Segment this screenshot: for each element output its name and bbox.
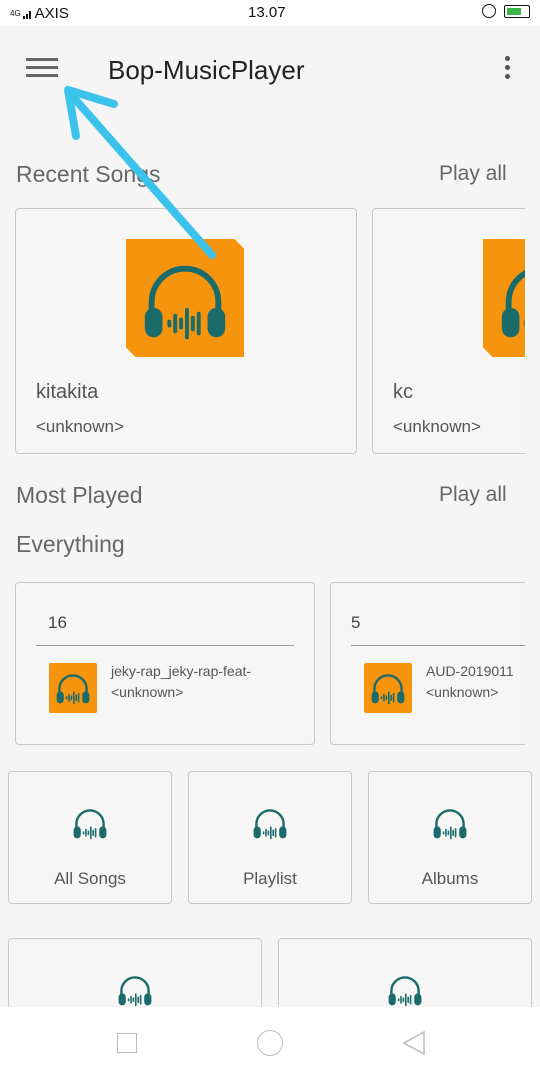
headphones-icon bbox=[430, 804, 470, 844]
most-played-play-all-button[interactable]: Play all bbox=[439, 483, 507, 507]
most-played-card[interactable]: 16 jeky-rap_jeky-rap-feat- <unknown> bbox=[15, 582, 315, 745]
song-artist: <unknown> bbox=[36, 417, 124, 436]
headphones-icon bbox=[115, 971, 155, 1011]
headphones-icon bbox=[136, 253, 234, 351]
most-played-subtitle: Everything bbox=[16, 531, 125, 557]
recents-button[interactable] bbox=[117, 1033, 137, 1053]
song-title: AUD-2019011 bbox=[426, 663, 514, 679]
system-nav-bar bbox=[0, 1007, 540, 1080]
song-title: kc bbox=[393, 381, 413, 403]
category-label: Playlist bbox=[243, 869, 297, 888]
headphones-icon bbox=[250, 804, 290, 844]
song-art bbox=[49, 663, 97, 713]
more-options-icon[interactable] bbox=[502, 56, 512, 84]
carrier-name: AXIS bbox=[34, 5, 69, 22]
headphones-icon bbox=[70, 804, 110, 844]
category-all-songs[interactable]: All Songs bbox=[8, 771, 172, 904]
headphones-icon bbox=[368, 669, 408, 709]
play-count: 5 bbox=[351, 613, 361, 632]
divider bbox=[351, 645, 525, 646]
play-count: 16 bbox=[48, 613, 67, 632]
app-bar: Bop-MusicPlayer bbox=[0, 26, 540, 114]
category-label: All Songs bbox=[54, 869, 126, 888]
song-title: kitakita bbox=[36, 381, 99, 403]
song-title: jeky-rap_jeky-rap-feat- bbox=[111, 663, 252, 679]
song-artist: <unknown> bbox=[111, 684, 184, 700]
headphones-icon bbox=[493, 253, 525, 351]
song-art bbox=[483, 239, 525, 357]
divider bbox=[36, 645, 294, 646]
clock: 13.07 bbox=[248, 4, 286, 21]
network-type: 4G bbox=[10, 8, 21, 18]
song-artist: <unknown> bbox=[393, 417, 481, 436]
app-title: Bop-MusicPlayer bbox=[108, 55, 305, 85]
recent-songs-title: Recent Songs bbox=[16, 161, 161, 187]
category-albums[interactable]: Albums bbox=[368, 771, 532, 904]
status-icons bbox=[482, 4, 530, 18]
status-bar: 4G AXIS 13.07 bbox=[0, 0, 540, 26]
recent-song-card[interactable]: kitakita <unknown> bbox=[15, 208, 357, 454]
battery-icon bbox=[504, 4, 530, 18]
signal-icon bbox=[22, 10, 31, 19]
home-button[interactable] bbox=[257, 1030, 283, 1056]
song-art bbox=[126, 239, 244, 357]
category-label: Albums bbox=[421, 869, 479, 888]
song-artist: <unknown> bbox=[426, 684, 499, 700]
headphones-icon bbox=[53, 669, 93, 709]
song-art bbox=[364, 663, 412, 713]
back-button[interactable] bbox=[401, 1030, 427, 1056]
menu-icon[interactable] bbox=[26, 58, 58, 78]
headphones-icon bbox=[385, 971, 425, 1011]
recent-play-all-button[interactable]: Play all bbox=[439, 162, 507, 186]
signal-group: 4G AXIS bbox=[10, 5, 69, 22]
most-played-title: Most Played bbox=[16, 482, 143, 508]
most-played-card[interactable]: 5 AUD-2019011 <unknown> bbox=[330, 582, 525, 745]
rotation-lock-icon bbox=[482, 4, 496, 18]
category-playlist[interactable]: Playlist bbox=[188, 771, 352, 904]
recent-song-card[interactable]: kc <unknown> bbox=[372, 208, 525, 454]
